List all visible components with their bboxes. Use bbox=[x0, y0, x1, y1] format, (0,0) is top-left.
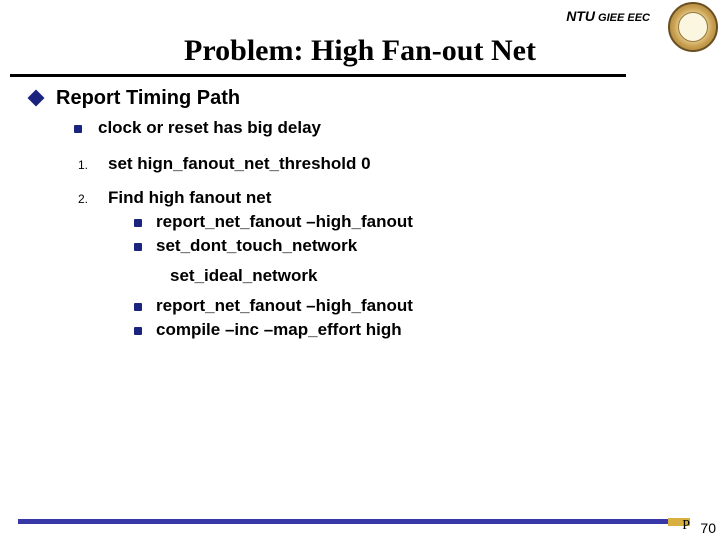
diamond-icon bbox=[28, 90, 45, 107]
sub-2-text: set_dont_touch_network bbox=[156, 236, 357, 256]
num-item-2: 2. Find high fanout net report_net_fanou… bbox=[74, 188, 690, 340]
num-2-label: 2. bbox=[74, 192, 88, 206]
sub-3-text: report_net_fanout –high_fanout bbox=[156, 296, 413, 316]
sub-4-text: compile –inc –map_effort high bbox=[156, 320, 402, 340]
header-label: NTU GIEE EEC bbox=[566, 8, 650, 24]
sub-1-text: report_net_fanout –high_fanout bbox=[156, 212, 413, 232]
sub-1: report_net_fanout –high_fanout bbox=[134, 212, 413, 232]
giee-text: GIEE EEC bbox=[595, 12, 650, 24]
bullet-lvl1: Report Timing Path bbox=[30, 86, 690, 110]
num-2-body: Find high fanout net report_net_fanout –… bbox=[108, 188, 413, 340]
title-rule bbox=[10, 74, 626, 77]
sub-2: set_dont_touch_network bbox=[134, 236, 413, 256]
dot-icon bbox=[134, 243, 142, 251]
lvl2-text-a: clock or reset has big delay bbox=[98, 118, 321, 138]
page-number: 70 bbox=[700, 520, 716, 536]
mid-text: set_ideal_network bbox=[170, 266, 413, 286]
dot-icon bbox=[134, 327, 142, 335]
sub-4: compile –inc –map_effort high bbox=[134, 320, 413, 340]
dot-icon bbox=[134, 303, 142, 311]
num-item-1: 1. set hign_fanout_net_threshold 0 bbox=[74, 154, 690, 174]
dot-icon bbox=[74, 125, 82, 133]
ntu-text: NTU bbox=[566, 8, 595, 24]
content-area: Report Timing Path clock or reset has bi… bbox=[30, 86, 690, 340]
slide-title: Problem: High Fan-out Net bbox=[0, 34, 720, 68]
num-2-head: Find high fanout net bbox=[108, 188, 413, 208]
sub-3: report_net_fanout –high_fanout bbox=[134, 296, 413, 316]
bullet-lvl2-a: clock or reset has big delay bbox=[74, 118, 690, 138]
num-1-label: 1. bbox=[74, 158, 88, 172]
dot-icon bbox=[134, 219, 142, 227]
page-prefix: P bbox=[682, 518, 690, 534]
lvl1-text: Report Timing Path bbox=[56, 87, 240, 110]
num-1-body: set hign_fanout_net_threshold 0 bbox=[108, 154, 371, 174]
footer-bar bbox=[18, 519, 668, 524]
